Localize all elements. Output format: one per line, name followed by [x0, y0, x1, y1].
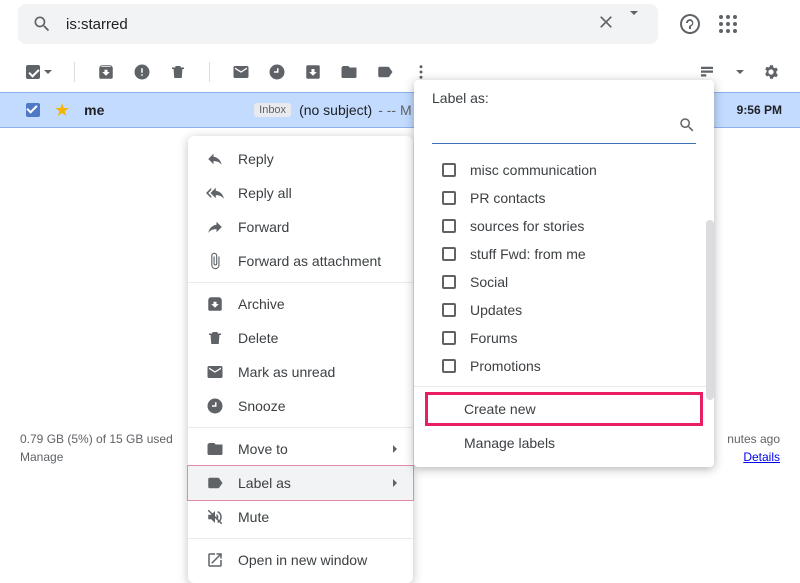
move-to-icon[interactable] — [340, 63, 358, 81]
reply-icon — [206, 150, 224, 168]
ctx-snooze[interactable]: Snooze — [188, 389, 413, 423]
row-checkbox[interactable] — [26, 103, 40, 117]
ctx-delete[interactable]: Delete — [188, 321, 413, 355]
mute-icon — [206, 508, 224, 526]
label-list: misc communication PR contacts sources f… — [426, 156, 702, 380]
label-option[interactable]: misc communication — [432, 156, 696, 184]
delete-icon[interactable] — [169, 63, 187, 81]
checkbox-icon[interactable] — [442, 303, 456, 317]
checkbox-icon[interactable] — [442, 331, 456, 345]
label-option[interactable]: Social — [432, 268, 696, 296]
checkbox-icon[interactable] — [442, 219, 456, 233]
email-subject: (no subject) — [299, 102, 372, 118]
ctx-mute[interactable]: Mute — [188, 500, 413, 534]
search-box[interactable] — [18, 4, 658, 44]
header — [0, 0, 800, 48]
clock-icon — [206, 397, 224, 415]
chevron-right-icon — [393, 445, 397, 453]
label-icon — [206, 474, 224, 492]
ctx-archive[interactable]: Archive — [188, 287, 413, 321]
help-icon[interactable] — [678, 12, 702, 36]
archive-icon[interactable] — [97, 63, 115, 81]
scrollbar[interactable] — [706, 220, 714, 400]
manage-labels[interactable]: Manage labels — [426, 427, 702, 459]
checkbox-icon[interactable] — [442, 163, 456, 177]
label-search[interactable] — [432, 116, 696, 144]
checkbox-icon[interactable] — [442, 247, 456, 261]
label-option[interactable]: Updates — [432, 296, 696, 324]
settings-icon[interactable] — [762, 63, 780, 81]
reply-all-icon — [206, 184, 224, 202]
email-time: 9:56 PM — [737, 103, 782, 117]
inbox-badge: Inbox — [254, 103, 291, 117]
attachment-icon — [206, 252, 224, 270]
email-snippet: - -- M — [378, 102, 411, 118]
search-icon — [32, 14, 52, 34]
activity-text: nutes ago — [727, 430, 780, 448]
header-right — [678, 12, 740, 36]
snooze-icon[interactable] — [268, 63, 286, 81]
checkbox-icon[interactable] — [442, 191, 456, 205]
search-options-icon[interactable] — [622, 11, 644, 37]
create-new-label[interactable]: Create new — [426, 393, 702, 425]
mail-icon — [206, 363, 224, 381]
activity-footer: nutes ago Details — [727, 430, 780, 466]
more-icon[interactable] — [412, 63, 430, 81]
report-spam-icon[interactable] — [133, 63, 151, 81]
label-option[interactable]: stuff Fwd: from me — [432, 240, 696, 268]
labels-icon[interactable] — [376, 63, 394, 81]
apps-icon[interactable] — [716, 12, 740, 36]
checkbox-icon[interactable] — [442, 275, 456, 289]
star-icon[interactable]: ★ — [54, 100, 70, 121]
ctx-mark-unread[interactable]: Mark as unread — [188, 355, 413, 389]
trash-icon — [206, 329, 224, 347]
search-icon — [678, 116, 696, 139]
storage-text: 0.79 GB (5%) of 15 GB used — [20, 430, 173, 448]
ctx-reply[interactable]: Reply — [188, 142, 413, 176]
checkbox-icon[interactable] — [442, 359, 456, 373]
toolbar-dropdown-icon[interactable] — [736, 70, 744, 74]
label-option[interactable]: Promotions — [432, 352, 696, 380]
label-option[interactable]: PR contacts — [432, 184, 696, 212]
label-panel-title: Label as: — [426, 90, 702, 106]
clear-icon[interactable] — [590, 8, 622, 41]
chevron-right-icon — [393, 479, 397, 487]
search-input[interactable] — [66, 16, 590, 33]
mark-unread-icon[interactable] — [232, 63, 250, 81]
manage-link[interactable]: Manage — [20, 450, 63, 464]
details-link[interactable]: Details — [743, 450, 780, 464]
input-tools-icon[interactable] — [698, 63, 716, 81]
ctx-move-to[interactable]: Move to — [188, 432, 413, 466]
ctx-open-new-window[interactable]: Open in new window — [188, 543, 413, 577]
email-sender: me — [84, 102, 254, 118]
ctx-forward[interactable]: Forward — [188, 210, 413, 244]
ctx-forward-attachment[interactable]: Forward as attachment — [188, 244, 413, 278]
storage-footer: 0.79 GB (5%) of 15 GB used Manage — [20, 430, 173, 466]
label-panel: Label as: misc communication PR contacts… — [414, 80, 714, 467]
context-menu: Reply Reply all Forward Forward as attac… — [188, 136, 413, 583]
ctx-reply-all[interactable]: Reply all — [188, 176, 413, 210]
folder-icon — [206, 440, 224, 458]
open-in-new-icon — [206, 551, 224, 569]
ctx-label-as[interactable]: Label as — [188, 466, 413, 500]
add-to-tasks-icon[interactable] — [304, 63, 322, 81]
label-option[interactable]: Forums — [432, 324, 696, 352]
forward-icon — [206, 218, 224, 236]
label-search-input[interactable] — [432, 120, 678, 136]
select-all-checkbox[interactable] — [26, 65, 52, 79]
archive-icon — [206, 295, 224, 313]
label-option[interactable]: sources for stories — [432, 212, 696, 240]
